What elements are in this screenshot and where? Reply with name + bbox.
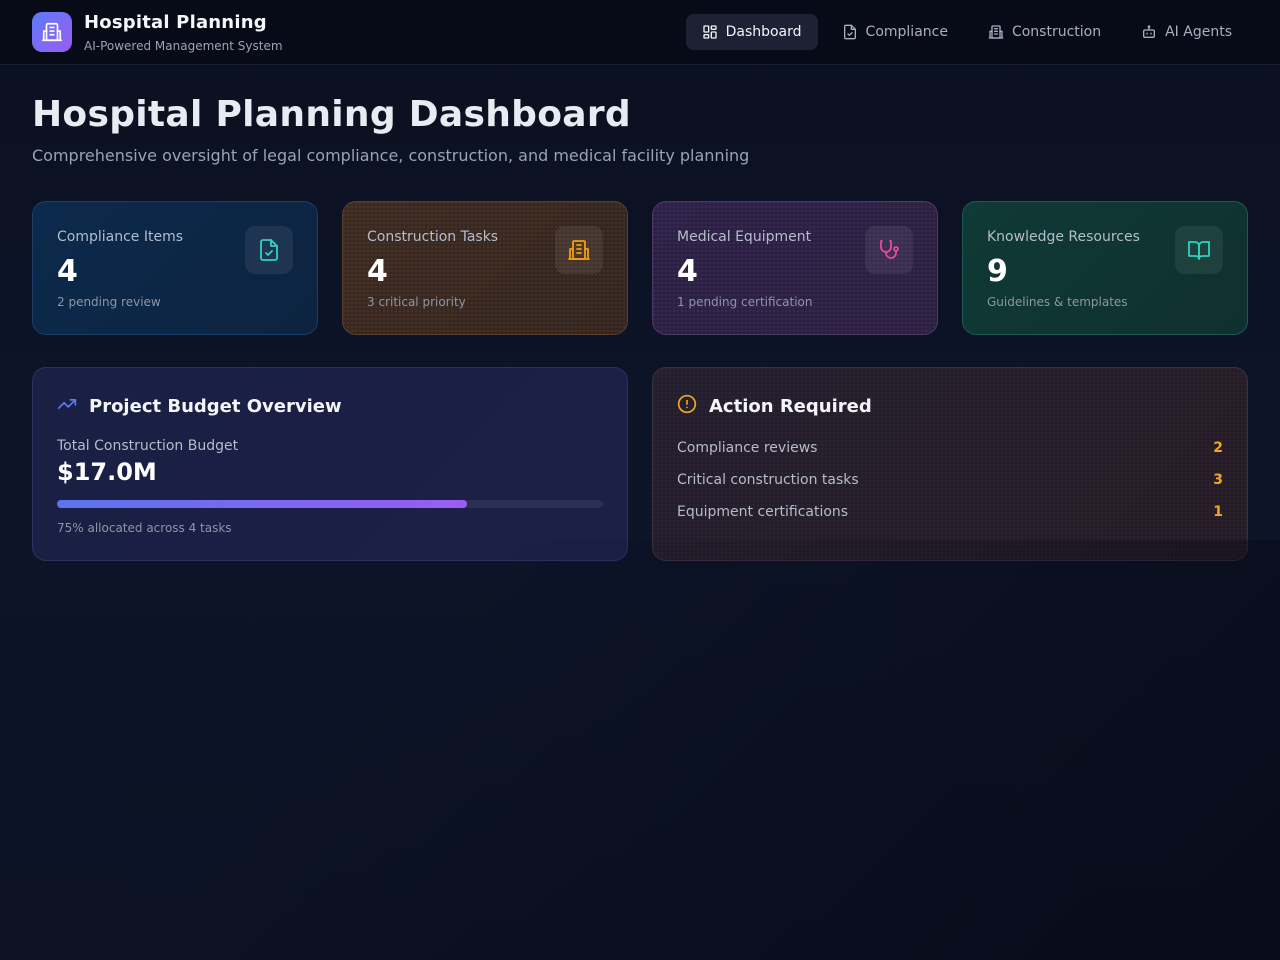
panel-header: Action Required bbox=[677, 394, 872, 418]
bot-icon bbox=[1141, 24, 1157, 40]
dashboard-icon bbox=[702, 24, 718, 40]
top-header: Hospital Planning AI-Powered Management … bbox=[0, 0, 1280, 65]
file-check-icon bbox=[245, 226, 293, 274]
action-count: 3 bbox=[1213, 472, 1223, 488]
main-nav: Dashboard Compliance Construction AI Age… bbox=[685, 14, 1248, 50]
stat-value: 4 bbox=[57, 254, 78, 289]
action-list: Compliance reviews 2 Critical constructi… bbox=[677, 438, 1223, 534]
nav-item-ai-agents[interactable]: AI Agents bbox=[1125, 14, 1248, 50]
budget-note: 75% allocated across 4 tasks bbox=[57, 521, 232, 535]
nav-item-compliance[interactable]: Compliance bbox=[826, 14, 964, 50]
stat-note: Guidelines & templates bbox=[987, 295, 1128, 309]
trending-up-icon bbox=[57, 394, 77, 418]
action-count: 2 bbox=[1213, 440, 1223, 456]
action-count: 1 bbox=[1213, 504, 1223, 520]
stethoscope-icon bbox=[865, 226, 913, 274]
stat-value: 9 bbox=[987, 254, 1008, 289]
page-title: Hospital Planning Dashboard bbox=[32, 94, 631, 135]
action-label: Compliance reviews bbox=[677, 440, 818, 456]
nav-label: Compliance bbox=[865, 24, 948, 40]
hospital-logo-icon[interactable] bbox=[32, 12, 72, 52]
nav-item-dashboard[interactable]: Dashboard bbox=[685, 14, 818, 50]
stat-card-construction[interactable]: Construction Tasks 4 3 critical priority bbox=[342, 201, 628, 335]
budget-progress-fill bbox=[57, 500, 467, 508]
stat-value: 4 bbox=[367, 254, 388, 289]
budget-progress-bar bbox=[57, 500, 603, 508]
nav-label: Dashboard bbox=[725, 24, 802, 40]
stat-note: 2 pending review bbox=[57, 295, 161, 309]
stat-label: Compliance Items bbox=[57, 229, 184, 245]
panel-title: Action Required bbox=[709, 395, 872, 417]
file-check-icon bbox=[842, 24, 858, 40]
stat-note: 1 pending certification bbox=[677, 295, 813, 309]
nav-item-construction[interactable]: Construction bbox=[972, 14, 1117, 50]
action-item-compliance-reviews[interactable]: Compliance reviews 2 bbox=[677, 438, 1223, 458]
action-required-panel: Action Required Compliance reviews 2 Cri… bbox=[652, 367, 1248, 561]
building-icon bbox=[988, 24, 1004, 40]
stat-card-compliance[interactable]: Compliance Items 4 2 pending review bbox=[32, 201, 318, 335]
nav-label: Construction bbox=[1011, 24, 1102, 40]
stat-card-knowledge-resources[interactable]: Knowledge Resources 9 Guidelines & templ… bbox=[962, 201, 1248, 335]
stat-label: Construction Tasks bbox=[367, 229, 499, 245]
action-item-equipment-certifications[interactable]: Equipment certifications 1 bbox=[677, 502, 1223, 522]
brand-title: Hospital Planning bbox=[84, 12, 267, 33]
action-label: Equipment certifications bbox=[677, 504, 849, 520]
book-open-icon bbox=[1175, 226, 1223, 274]
stat-label: Knowledge Resources bbox=[987, 229, 1140, 245]
budget-label: Total Construction Budget bbox=[57, 438, 239, 454]
brand-subtitle: AI-Powered Management System bbox=[84, 39, 283, 53]
panel-header: Project Budget Overview bbox=[57, 394, 342, 418]
action-label: Critical construction tasks bbox=[677, 472, 859, 488]
budget-value: $17.0M bbox=[57, 458, 157, 486]
stat-note: 3 critical priority bbox=[367, 295, 466, 309]
stat-label: Medical Equipment bbox=[677, 229, 812, 245]
budget-overview-panel: Project Budget Overview Total Constructi… bbox=[32, 367, 628, 561]
alert-circle-icon bbox=[677, 394, 697, 418]
building-icon bbox=[555, 226, 603, 274]
action-item-critical-construction-tasks[interactable]: Critical construction tasks 3 bbox=[677, 470, 1223, 490]
stat-value: 4 bbox=[677, 254, 698, 289]
stat-card-medical-equipment[interactable]: Medical Equipment 4 1 pending certificat… bbox=[652, 201, 938, 335]
panel-title: Project Budget Overview bbox=[89, 395, 342, 417]
page-subtitle: Comprehensive oversight of legal complia… bbox=[32, 146, 750, 165]
nav-label: AI Agents bbox=[1165, 24, 1232, 40]
